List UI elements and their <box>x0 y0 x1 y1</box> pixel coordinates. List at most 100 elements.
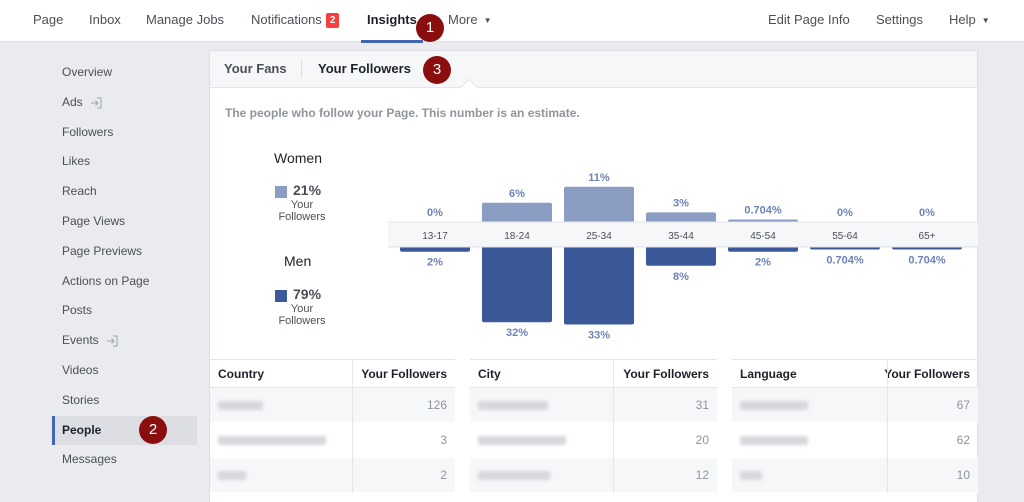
sidebar-item-label: Videos <box>62 362 99 377</box>
men-data-label: 0.704% <box>908 255 946 267</box>
legend-men-title: Men <box>284 253 312 269</box>
men-data-label: 32% <box>506 327 528 339</box>
legend-men-sub1: Your <box>290 303 314 315</box>
column-divider <box>887 360 888 493</box>
nav-page[interactable]: Page <box>33 0 63 42</box>
redacted-name <box>478 401 548 410</box>
follower-count: 10 <box>956 468 970 482</box>
sidebar-item-followers[interactable]: Followers <box>52 118 197 148</box>
nav-settings[interactable]: Settings <box>876 0 923 42</box>
age-tick-label: 25-34 <box>586 231 612 242</box>
tab-your-fans[interactable]: Your Fans <box>224 51 287 87</box>
redacted-name <box>478 436 566 445</box>
sidebar-item-label: Likes <box>62 154 91 169</box>
follower-count: 12 <box>695 468 709 482</box>
women-data-label: 0% <box>919 207 935 219</box>
legend-women-sub: Your Followers <box>270 199 334 223</box>
women-data-label: 0% <box>427 207 443 219</box>
bar-men-18-24 <box>482 244 552 323</box>
women-data-label: 3% <box>673 197 689 209</box>
table-row: 10 <box>732 458 978 493</box>
nav-insights[interactable]: Insights <box>361 0 423 43</box>
nav-inbox-label: Inbox <box>89 12 121 27</box>
nav-page-label: Page <box>33 12 64 27</box>
table-row: 31 <box>470 388 717 423</box>
age-tick-label: 18-24 <box>504 231 530 242</box>
sidebar-item-label: Page Views <box>62 213 126 228</box>
sidebar-item-ads[interactable]: Ads <box>52 88 197 118</box>
legend-men-pct: 79% <box>293 286 322 302</box>
table-row: 62 <box>732 423 978 458</box>
sidebar-item-people[interactable]: People <box>52 415 197 446</box>
column-header-followers[interactable]: Your Followers <box>623 360 709 388</box>
table-header: City Your Followers <box>470 360 717 388</box>
nav-inbox[interactable]: Inbox <box>89 0 121 42</box>
sidebar-item-overview[interactable]: Overview <box>52 58 197 88</box>
legend-men-sub: Your Followers <box>270 303 334 327</box>
nav-edit-page-info[interactable]: Edit Page Info <box>768 0 850 42</box>
nav-edit-page-info-label: Edit Page Info <box>768 12 850 27</box>
column-header[interactable]: City <box>478 360 501 388</box>
people-card: Your Fans Your Followers The people who … <box>209 50 978 502</box>
tab-your-followers[interactable]: Your Followers <box>318 51 411 87</box>
bar-women-25-34 <box>564 186 634 225</box>
redacted-name <box>478 471 550 480</box>
nav-manage-jobs[interactable]: Manage Jobs <box>146 0 224 42</box>
women-data-label: 6% <box>509 188 525 200</box>
sidebar-item-label: Overview <box>62 65 113 79</box>
sidebar-item-stories[interactable]: Stories <box>52 386 197 416</box>
table-row: 67 <box>732 388 978 423</box>
nav-more-label: More <box>448 12 478 27</box>
notifications-badge: 2 <box>325 13 340 28</box>
legend-women-swatch <box>275 186 287 198</box>
sidebar-item-page-views[interactable]: Page Views <box>52 207 197 237</box>
legend-women-pct: 21% <box>293 182 322 198</box>
men-data-label: 0.704% <box>826 255 864 267</box>
redacted-name <box>740 471 762 480</box>
nav-insights-label: Insights <box>367 12 417 27</box>
column-header-followers[interactable]: Your Followers <box>884 360 970 388</box>
legend-men-swatch <box>275 290 287 302</box>
nav-notifications-label: Notifications <box>251 12 322 27</box>
sidebar-item-reach[interactable]: Reach <box>52 177 197 207</box>
sidebar-item-posts[interactable]: Posts <box>52 296 197 326</box>
sidebar-item-messages[interactable]: Messages <box>52 445 197 475</box>
follower-count: 62 <box>956 433 970 447</box>
redacted-name <box>218 436 326 445</box>
sidebar-item-label: Followers <box>62 124 114 139</box>
women-data-label: 0.704% <box>744 205 782 217</box>
table-row: 3 <box>210 423 455 458</box>
sidebar-item-likes[interactable]: Likes <box>52 147 197 177</box>
age-tick-label: 35-44 <box>668 231 694 242</box>
age-gender-chart: 13-17 18-24 25-34 35-44 45-54 55-64 65+ 0% 6% 11%… <box>388 172 978 341</box>
sidebar-item-page-previews[interactable]: Page Previews <box>52 237 197 267</box>
women-data-label: 0% <box>837 207 853 219</box>
table-header: Language Your Followers <box>732 360 978 388</box>
tab-separator <box>301 60 302 78</box>
top-nav: Page Inbox Manage Jobs Notifications 2 In… <box>0 0 1024 43</box>
redacted-name <box>740 401 808 410</box>
follower-count: 3 <box>440 433 447 447</box>
sidebar-item-videos[interactable]: Videos <box>52 356 197 386</box>
nav-help[interactable]: Help ▼ <box>949 0 990 42</box>
age-tick-label: 13-17 <box>422 231 448 242</box>
column-header[interactable]: Country <box>218 360 264 388</box>
nav-notifications[interactable]: Notifications 2 <box>251 0 340 42</box>
sidebar-item-label: Stories <box>62 392 100 407</box>
sidebar-item-label: Reach <box>62 184 97 199</box>
column-header[interactable]: Language <box>740 360 797 388</box>
sidebar-item-events[interactable]: Events <box>52 326 197 356</box>
step-marker-3: 3 <box>423 56 451 84</box>
sidebar-item-label: Actions on Page <box>62 273 150 288</box>
table-header: Country Your Followers <box>210 360 455 388</box>
age-tick-label: 65+ <box>919 231 936 242</box>
sidebar-item-label: Events <box>62 333 99 348</box>
column-header-followers[interactable]: Your Followers <box>361 360 447 388</box>
sidebar-item-actions-on-page[interactable]: Actions on Page <box>52 267 197 297</box>
nav-more[interactable]: More ▼ <box>448 0 492 42</box>
legend-men-sub2: Followers <box>278 315 326 327</box>
table-row: 20 <box>470 423 717 458</box>
sidebar-item-label: Messages <box>62 452 117 467</box>
caret-down-icon: ▼ <box>483 16 492 25</box>
legend-women-sub2: Followers <box>278 211 326 223</box>
